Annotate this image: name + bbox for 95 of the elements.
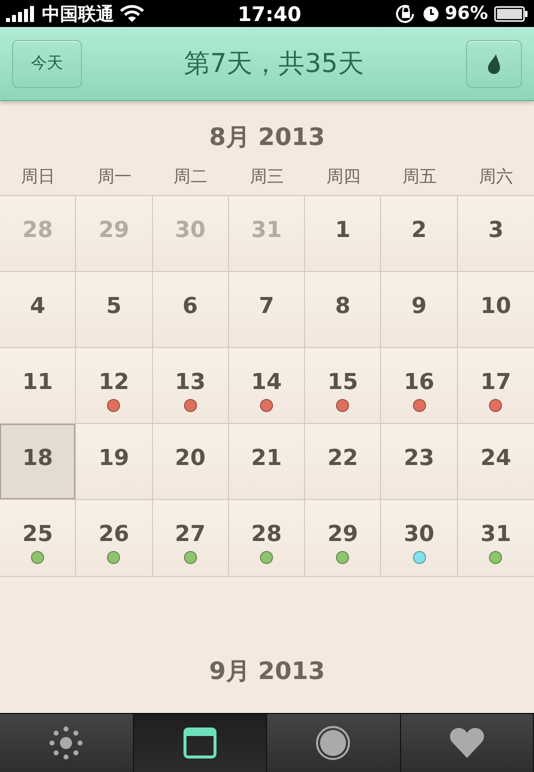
day-cell[interactable]: 23 — [381, 424, 458, 500]
drop-button[interactable] — [466, 40, 522, 88]
day-number: 20 — [174, 446, 206, 471]
rotation-lock-icon — [394, 4, 417, 24]
heart-icon — [448, 727, 485, 759]
day-number: 9 — [411, 294, 427, 319]
tab-bar-item[interactable] — [134, 714, 267, 772]
weekday-label: 周日 — [21, 167, 56, 187]
day-cell[interactable]: 22 — [305, 424, 382, 500]
day-number: 8 — [335, 294, 350, 319]
weekday-label: 周六 — [478, 167, 513, 187]
drop-icon — [487, 54, 501, 74]
day-number: 4 — [30, 294, 46, 319]
day-cell[interactable]: 3 — [458, 196, 534, 272]
day-number: 19 — [98, 446, 130, 471]
day-number: 28 — [251, 522, 282, 547]
day-cell[interactable]: 13 — [152, 348, 229, 424]
signal-icon — [6, 6, 36, 22]
day-number: 10 — [480, 294, 512, 319]
day-cell[interactable]: 10 — [458, 272, 534, 348]
sun-icon — [48, 725, 84, 761]
day-cell[interactable]: 4 — [0, 272, 76, 348]
day-cell[interactable]: 19 — [76, 424, 153, 500]
day-cell[interactable]: 24 — [458, 424, 534, 500]
day-number: 26 — [98, 522, 130, 547]
day-cell[interactable]: 20 — [152, 424, 229, 500]
day-cell[interactable]: 25 — [0, 500, 76, 576]
tab-bar-item[interactable] — [400, 714, 534, 772]
tab-bar-item[interactable] — [267, 714, 400, 772]
month-title: 9月 2013 — [208, 656, 326, 687]
battery-percentage: 96% — [444, 3, 488, 24]
status-time: 17:40 — [236, 2, 302, 26]
day-cell[interactable]: 17 — [458, 348, 534, 424]
weekday-label: 周三 — [250, 167, 284, 187]
day-cell[interactable]: 15 — [305, 348, 382, 424]
month-title: 8月 2013 — [208, 122, 326, 153]
day-cell[interactable]: 7 — [228, 272, 306, 348]
day-number: 18 — [22, 446, 53, 471]
day-number: 27 — [174, 522, 206, 547]
day-number: 16 — [404, 370, 434, 395]
day-cell[interactable]: 11 — [0, 348, 76, 424]
day-number: 6 — [182, 294, 198, 319]
day-number: 31 — [480, 522, 512, 547]
day-number: 28 — [22, 218, 53, 243]
weekday-label: 周五 — [402, 167, 437, 187]
day-number: 11 — [22, 370, 53, 395]
day-number: 12 — [98, 370, 130, 395]
day-number: 22 — [327, 446, 358, 471]
day-number: 21 — [251, 446, 282, 471]
day-cell[interactable]: 5 — [76, 272, 153, 348]
day-cell[interactable]: 12 — [76, 348, 153, 424]
day-counter-title: 第7天，共35天 — [183, 48, 365, 81]
tab-bar-item[interactable] — [0, 714, 134, 772]
day-number: 30 — [174, 218, 206, 243]
today-button[interactable]: 今天 — [12, 40, 82, 88]
day-number: 7 — [258, 294, 274, 319]
day-number: 14 — [251, 370, 282, 395]
day-cell[interactable]: 9 — [381, 272, 458, 348]
battery-icon — [494, 6, 528, 22]
day-cell[interactable]: 30 — [381, 500, 458, 576]
day-cell[interactable]: 1 — [305, 196, 382, 272]
day-number: 5 — [106, 294, 122, 319]
day-number: 25 — [22, 522, 53, 547]
day-number: 17 — [480, 370, 512, 395]
wifi-icon — [120, 4, 144, 22]
day-number: 3 — [488, 218, 504, 243]
day-number: 29 — [327, 522, 358, 547]
day-cell[interactable]: 8 — [305, 272, 382, 348]
weekday-label: 周四 — [326, 167, 360, 187]
calendar-icon — [182, 727, 217, 759]
day-cell[interactable]: 26 — [76, 500, 153, 576]
weekday-label: 周二 — [174, 167, 208, 187]
clock-icon — [422, 6, 439, 22]
day-number: 15 — [327, 370, 358, 395]
day-cell[interactable]: 28 — [228, 500, 306, 576]
day-cell[interactable]: 29 — [305, 500, 382, 576]
day-number: 24 — [480, 446, 512, 471]
record-icon — [315, 725, 352, 761]
day-number: 30 — [404, 522, 434, 547]
day-cell[interactable]: 27 — [152, 500, 229, 576]
day-number: 2 — [411, 218, 427, 243]
day-cell[interactable]: 21 — [228, 424, 306, 500]
day-cell[interactable]: 16 — [381, 348, 458, 424]
day-cell[interactable]: 14 — [228, 348, 306, 424]
weekday-label: 周一 — [97, 167, 132, 187]
day-cell[interactable]: 2 — [381, 196, 458, 272]
day-number: 29 — [98, 218, 130, 243]
day-cell[interactable]: 6 — [152, 272, 229, 348]
day-number: 31 — [251, 218, 282, 243]
day-cell[interactable]: 18 — [0, 424, 76, 500]
day-cell[interactable]: 31 — [458, 500, 534, 576]
carrier-name: 中国联通 — [42, 2, 114, 26]
day-number: 23 — [404, 446, 434, 471]
day-number: 1 — [335, 218, 350, 243]
day-number: 13 — [174, 370, 206, 395]
